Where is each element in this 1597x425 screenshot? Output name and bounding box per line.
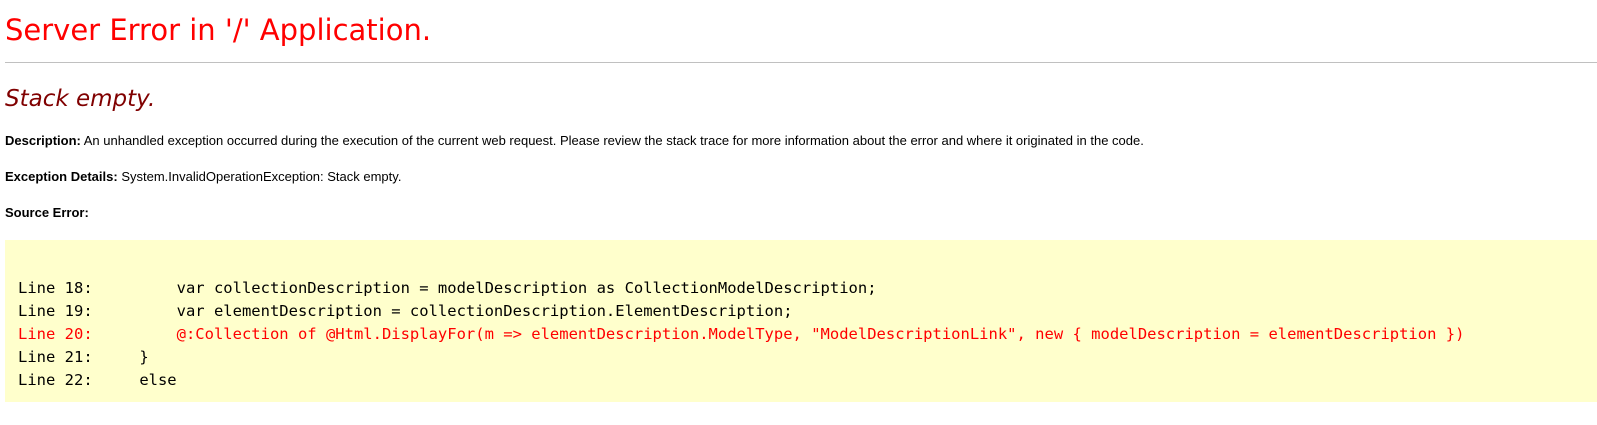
source-line: Line 22: else xyxy=(18,371,177,389)
description-text: An unhandled exception occurred during t… xyxy=(80,133,1144,148)
exception-details-label: Exception Details: xyxy=(5,169,118,184)
source-code-block: Line 18: var collectionDescription = mod… xyxy=(5,240,1597,402)
exception-details-section: Exception Details: System.InvalidOperati… xyxy=(5,169,401,185)
source-line: Line 19: var elementDescription = collec… xyxy=(18,302,793,320)
source-line: Line 18: var collectionDescription = mod… xyxy=(18,279,877,297)
description-section: Description: An unhandled exception occu… xyxy=(5,133,1144,149)
page-title: Server Error in '/' Application. xyxy=(5,13,432,47)
source-error-section: Source Error: xyxy=(5,205,89,221)
description-label: Description: xyxy=(5,133,81,148)
source-error-label: Source Error: xyxy=(5,205,89,220)
exception-details-text: System.InvalidOperationException: Stack … xyxy=(117,169,402,184)
divider xyxy=(5,62,1597,63)
error-message: Stack empty. xyxy=(5,86,156,112)
source-line-error: Line 20: @:Collection of @Html.DisplayFo… xyxy=(18,325,1465,343)
source-line: Line 21: } xyxy=(18,348,149,366)
